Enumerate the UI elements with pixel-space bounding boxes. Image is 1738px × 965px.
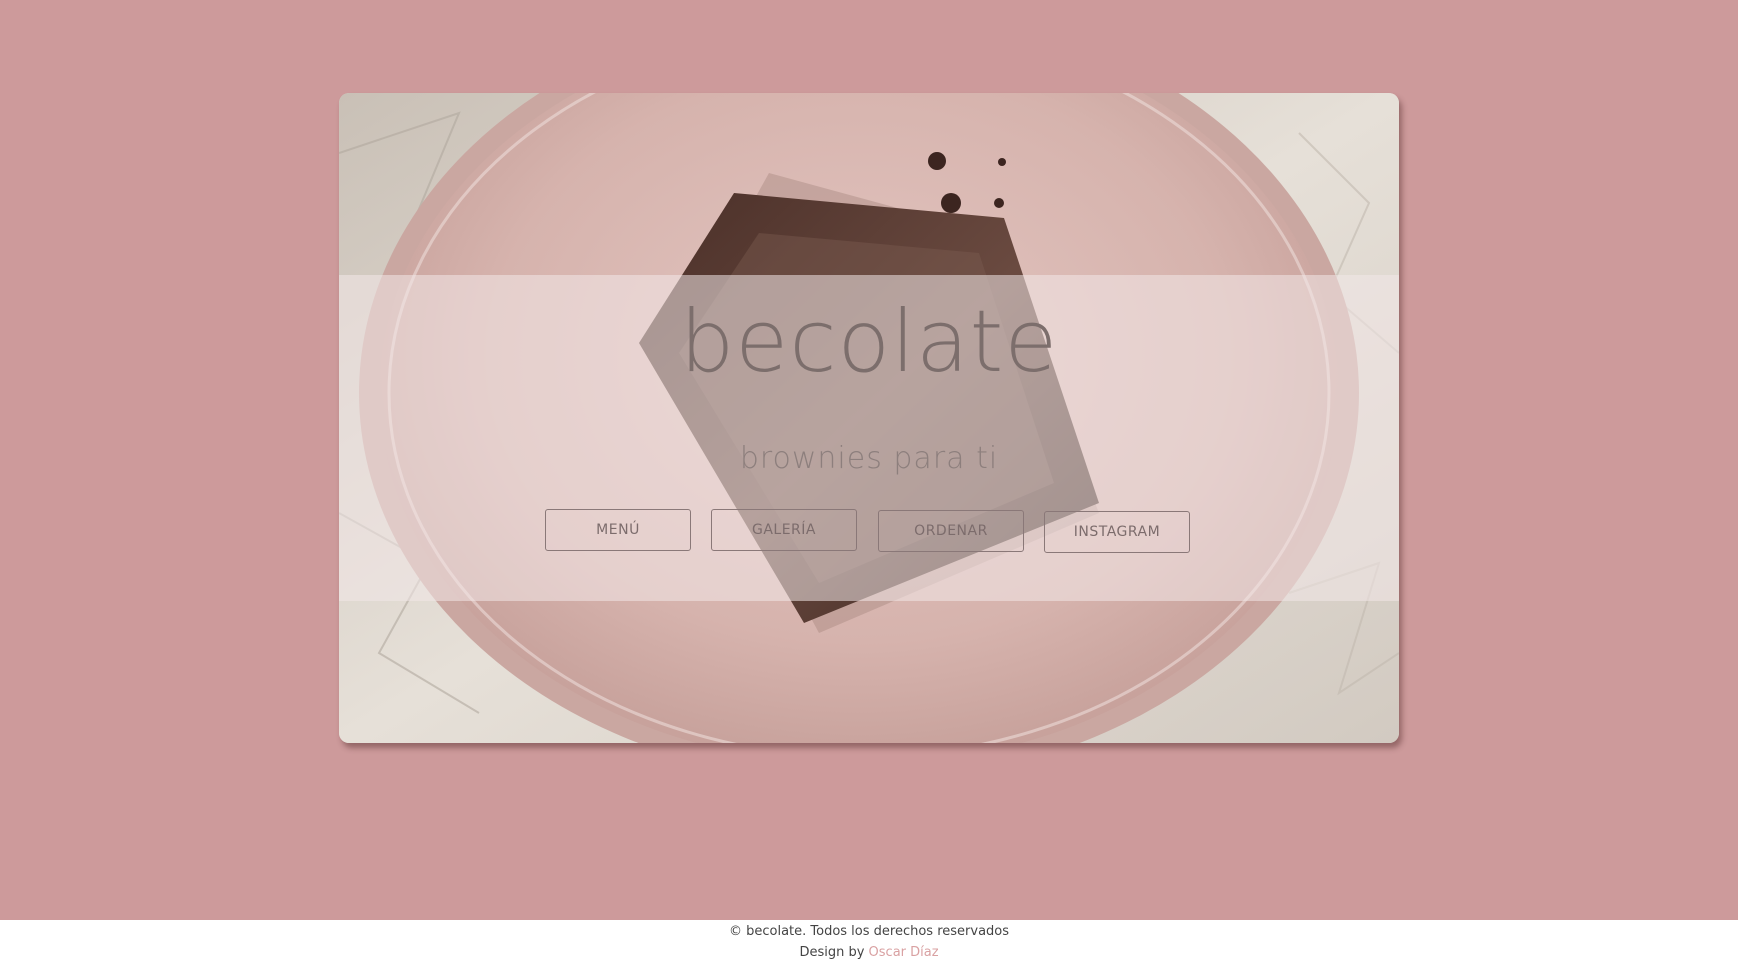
instagram-button[interactable]: INSTAGRAM xyxy=(1044,511,1190,553)
design-credit: Design by Oscar Díaz xyxy=(0,945,1738,960)
tagline: brownies para ti xyxy=(739,441,999,476)
brand-title: becolate xyxy=(679,292,1059,392)
hero-card: becolate brownies para ti MENÚ GALERÍA O… xyxy=(339,93,1399,743)
footer: © becolate. Todos los derechos reservado… xyxy=(0,920,1738,965)
gallery-button[interactable]: GALERÍA xyxy=(711,509,857,551)
copyright-text: © becolate. Todos los derechos reservado… xyxy=(728,924,1010,939)
designer-link[interactable]: Oscar Díaz xyxy=(869,945,939,960)
design-credit-prefix: Design by xyxy=(799,945,869,960)
menu-button[interactable]: MENÚ xyxy=(545,509,691,551)
nav-buttons: MENÚ GALERÍA ORDENAR INSTAGRAM xyxy=(545,509,1195,555)
order-button[interactable]: ORDENAR xyxy=(878,510,1024,552)
